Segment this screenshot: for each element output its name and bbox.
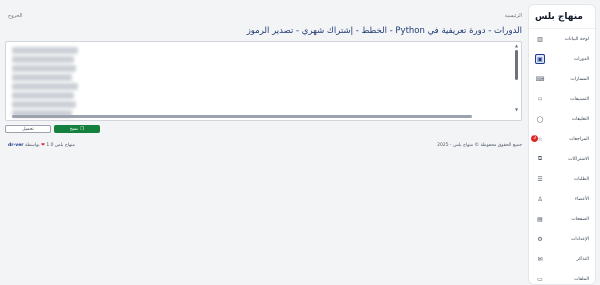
sidebar-item-bookmark[interactable]: التصنيفات ⌑: [529, 89, 595, 109]
sidebar-item-comment[interactable]: التعليقات ◯: [529, 109, 595, 129]
scroll-down-arrow-icon[interactable]: ▼: [514, 108, 519, 112]
redacted-code-line: [12, 83, 78, 90]
sidebar-item-label: الأعضاء: [574, 196, 589, 202]
sidebar-item-label: لوحة البيانات: [564, 36, 589, 42]
sidebar-item-label: الاشتراكات: [568, 156, 589, 162]
topbar: الرئيسية الخروج: [8, 11, 522, 21]
sidebar-item-ticket[interactable]: الاشتراكات ⧉: [529, 149, 595, 169]
chart-icon: ▥: [537, 35, 543, 43]
sidebar-item-book[interactable]: الدورات ▣: [529, 49, 595, 69]
sidebar-item-label: الصفحات: [571, 216, 589, 222]
download-button[interactable]: تحميل: [5, 125, 51, 133]
vertical-scrollbar-thumb[interactable]: [515, 50, 518, 80]
sidebar-nav: لوحة البيانات ▥ الدورات ▣ المسارات ⌨ التصنيفات…: [529, 29, 595, 284]
brand-logo[interactable]: منهاج بلس: [529, 5, 595, 29]
comment-icon: ◯: [536, 115, 544, 123]
sidebar-item-label: الإعدادات: [571, 236, 589, 242]
sidebar-item-gear[interactable]: الإعدادات ⚙: [529, 229, 595, 249]
version-credit: منهاج بلس 1.0 ❤ بواسطة dr-ver: [8, 142, 75, 148]
user-icon: ♙: [537, 195, 543, 203]
scroll-up-arrow-icon[interactable]: ▲: [514, 44, 519, 48]
breadcrumb[interactable]: الرئيسية: [505, 13, 522, 19]
sidebar-item-star[interactable]: المراجعات ☆ 3: [529, 129, 595, 149]
list-icon: ☰: [537, 175, 543, 183]
sidebar-item-label: المراجعات: [569, 136, 589, 142]
sidebar-item-file[interactable]: الملفات ▭: [529, 269, 595, 284]
code-icon: ⌨: [535, 75, 545, 83]
page-title: الدورات - دورة تعريفية في Python - الخطط…: [246, 26, 522, 36]
sidebar-item-label: الملفات: [574, 276, 589, 282]
sidebar-item-label: التعليقات: [571, 116, 589, 122]
sidebar-item-label: التذاكر: [576, 256, 589, 262]
page-icon: ▤: [537, 215, 543, 223]
heart-icon: ❤: [41, 142, 45, 148]
sidebar-item-label: التصنيفات: [570, 96, 589, 102]
ticket2-icon: ✉: [537, 255, 543, 263]
author-link[interactable]: dr-ver: [8, 143, 24, 148]
copy-icon: ❐: [80, 126, 85, 132]
footer: جميع الحقوق محفوظة © منهاج بلس - 2025 من…: [8, 141, 522, 149]
ticket-icon: ⧉: [537, 155, 543, 162]
sidebar-item-ticket2[interactable]: التذاكر ✉: [529, 249, 595, 269]
book-icon: ▣: [535, 54, 545, 64]
redacted-code-line: [12, 101, 76, 108]
sidebar-item-label: الطلبات: [573, 176, 589, 182]
sidebar: منهاج بلس لوحة البيانات ▥ الدورات ▣ المسارات…: [528, 4, 596, 285]
sidebar-item-chart[interactable]: لوحة البيانات ▥: [529, 29, 595, 49]
sidebar-item-label: المسارات: [570, 76, 589, 82]
redacted-code-line: [12, 47, 78, 54]
redacted-code-line: [12, 92, 74, 99]
horizontal-scrollbar[interactable]: [12, 115, 472, 118]
sidebar-item-label: الدورات: [573, 56, 589, 62]
gear-icon: ⚙: [537, 235, 543, 243]
sidebar-item-user[interactable]: الأعضاء ♙: [529, 189, 595, 209]
logout-link[interactable]: الخروج: [8, 13, 23, 19]
redacted-code-line: [12, 74, 72, 81]
copy-button[interactable]: ❐ نسخ: [54, 125, 100, 133]
redacted-code-line: [12, 56, 74, 63]
codes-textarea[interactable]: ▲ ▼: [5, 41, 522, 121]
sidebar-item-code[interactable]: المسارات ⌨: [529, 69, 595, 89]
sidebar-item-page[interactable]: الصفحات ▤: [529, 209, 595, 229]
notification-badge: 3: [531, 135, 538, 142]
redacted-code-line: [12, 65, 76, 72]
bookmark-icon: ⌑: [538, 95, 542, 103]
sidebar-item-list[interactable]: الطلبات ☰: [529, 169, 595, 189]
file-icon: ▭: [537, 275, 543, 283]
copyright-text: جميع الحقوق محفوظة © منهاج بلس - 2025: [437, 142, 522, 148]
